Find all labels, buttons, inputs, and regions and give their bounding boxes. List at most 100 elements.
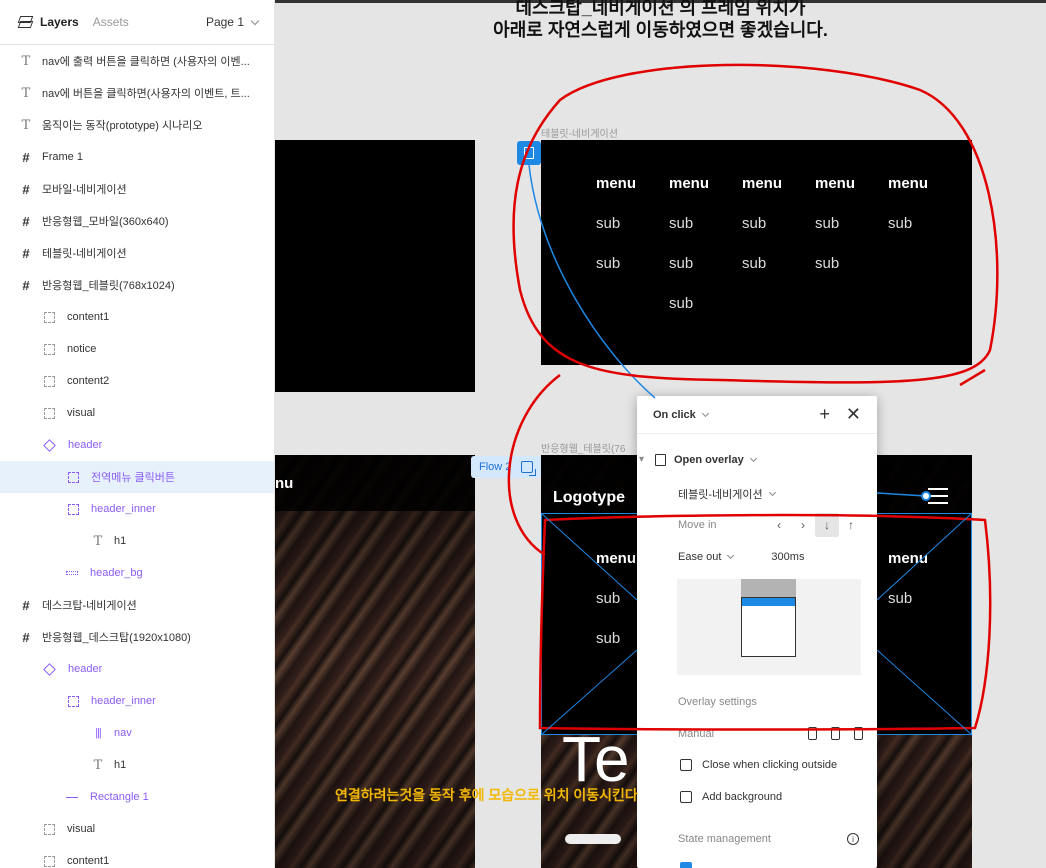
layer-item[interactable]: notice [0,333,274,365]
layer-item[interactable]: header [0,429,274,461]
layer-item[interactable]: content1 [0,301,274,333]
tablet-frame-label[interactable]: 반응형웹_테블릿(76 [541,440,625,455]
hamburger-menu-icon[interactable] [928,488,948,504]
tablet-nav-frame-label[interactable]: 테블릿-네비게이션 [541,125,618,140]
layer-item[interactable]: # 테블릿-네비게이션 [0,237,274,269]
preview-overlay-block [741,579,796,597]
layer-item[interactable]: content1 [0,845,274,868]
desktop-frame-photo[interactable] [275,455,475,868]
layer-item[interactable]: ||| nav [0,717,274,749]
layer-item[interactable]: content2 [0,365,274,397]
rectangle-icon [66,571,78,575]
layer-item[interactable]: # 반응형웹_모바일(360x640) [0,205,274,237]
state-checkbox[interactable] [680,862,692,868]
layer-item[interactable]: # Frame 1 [0,141,274,173]
overlay-menu-sub-right-1: sub [888,590,913,607]
flow-tag[interactable]: Flow 2 [471,456,541,478]
close-outside-row[interactable]: Close when clicking outside [680,759,837,771]
layer-item[interactable]: # 반응형웹_데스크탑(1920x1080) [0,621,274,653]
component-icon [43,662,56,676]
chevron-down-icon [727,551,735,560]
close-outside-checkbox[interactable] [680,759,692,771]
menu-empty-cell [742,295,815,317]
layer-item[interactable]: # 데스크탑-네비게이션 [0,589,274,621]
layer-item[interactable]: # 모바일-네비게이션 [0,173,274,205]
layer-item[interactable]: Tnav에 버튼을 클릭하면(사용자의 이벤트, 트... [0,77,274,109]
menu-heading: menu [815,175,856,192]
layer-item[interactable]: header [0,653,274,685]
text-layer-icon: T [93,757,103,773]
autolayout-icon: ||| [95,727,102,739]
menu-empty-cell [596,295,669,317]
layer-item[interactable]: Th1 [0,525,274,557]
layer-item[interactable]: header_inner [0,493,274,525]
menu-heading: menu [742,175,783,192]
trigger-select[interactable]: On click [653,409,696,421]
position-select[interactable]: Manual [678,728,714,740]
destination-select[interactable]: 테블릿-네비게이션 [678,486,763,502]
frame-icon: # [22,245,30,261]
position-bottom-icon[interactable] [854,727,863,740]
add-background-row[interactable]: Add background [680,791,782,803]
layer-item[interactable]: header_inner [0,685,274,717]
page-selector[interactable]: Page 1 [206,15,260,29]
direction-up-icon[interactable]: ↑ [839,513,863,537]
destination-row[interactable]: 테블릿-네비게이션 [678,486,776,502]
layer-item-label: nav [114,727,132,739]
position-center-icon[interactable] [808,727,817,740]
easing-select[interactable]: Ease out [678,551,721,563]
layer-item-label: Rectangle 1 [90,791,149,803]
interaction-icon[interactable] [517,141,541,165]
direction-left-icon[interactable]: ‹ [767,513,791,537]
collapse-arrow-icon[interactable]: ▾ [639,454,644,465]
layer-list: Tnav에 출력 버튼을 클릭하면 (사용자의 이벤... Tnav에 버튼을 클… [0,45,274,868]
layer-item[interactable]: T 움직이는 동작(prototype) 시나리오 [0,109,274,141]
layer-item[interactable]: Rectangle 1 [0,781,274,813]
layer-item-label: Frame 1 [42,151,83,163]
component-icon [43,438,56,452]
animation-preview [677,579,861,675]
menu-empty-cell [815,295,888,317]
layer-item-label: 반응형웹_모바일(360x640) [42,216,169,228]
tab-assets[interactable]: Assets [93,15,129,29]
direction-down-icon[interactable]: ↓ [815,513,839,537]
flow-tag-label: Flow 2 [479,461,512,473]
layer-item-label: 반응형웹_테블릿(768x1024) [42,280,175,292]
group-icon [44,855,55,867]
animation-select[interactable]: Move in [678,519,717,531]
menu-heading: menu [888,175,929,192]
action-row[interactable]: ▾ Open overlay [639,454,757,466]
layer-item-label: 모바일-네비게이션 [42,184,127,196]
menu-sub-item: sub [669,295,694,312]
overlay-settings-label: Overlay settings [678,696,757,708]
duration-input[interactable]: 300ms [771,551,804,563]
action-select[interactable]: Open overlay [674,454,744,466]
text-layer-icon: T [93,533,103,549]
group-icon [68,503,79,515]
layer-item[interactable]: 전역메뉴 클릭버튼 [0,461,274,493]
partial-frame-left[interactable] [275,140,475,392]
add-action-icon[interactable]: + [819,404,830,425]
layer-item[interactable]: Tnav에 출력 버튼을 클릭하면 (사용자의 이벤... [0,45,274,77]
layer-item[interactable]: visual [0,813,274,845]
position-row: Manual [678,727,863,740]
tab-layers[interactable]: Layers [40,15,79,29]
layer-item[interactable]: # 반응형웹_테블릿(768x1024) [0,269,274,301]
info-icon[interactable]: i [847,833,859,845]
layer-item[interactable]: header_bg [0,557,274,589]
position-side-icon[interactable] [831,727,840,740]
line-icon [66,796,78,798]
add-background-checkbox[interactable] [680,791,692,803]
layer-item[interactable]: visual [0,397,274,429]
menu-sub-item: sub [742,255,767,272]
direction-right-icon[interactable]: › [791,513,815,537]
menu-sub-item: sub [888,215,913,232]
menu-sub-item: sub [596,215,621,232]
group-icon [44,407,55,419]
layer-item-label: 움직이는 동작(prototype) 시나리오 [42,120,203,132]
group-icon [44,311,55,323]
layer-item-label: content1 [67,311,110,323]
close-icon[interactable]: ✕ [846,404,861,425]
popup-header: On click + ✕ [637,396,877,434]
layer-item[interactable]: Th1 [0,749,274,781]
